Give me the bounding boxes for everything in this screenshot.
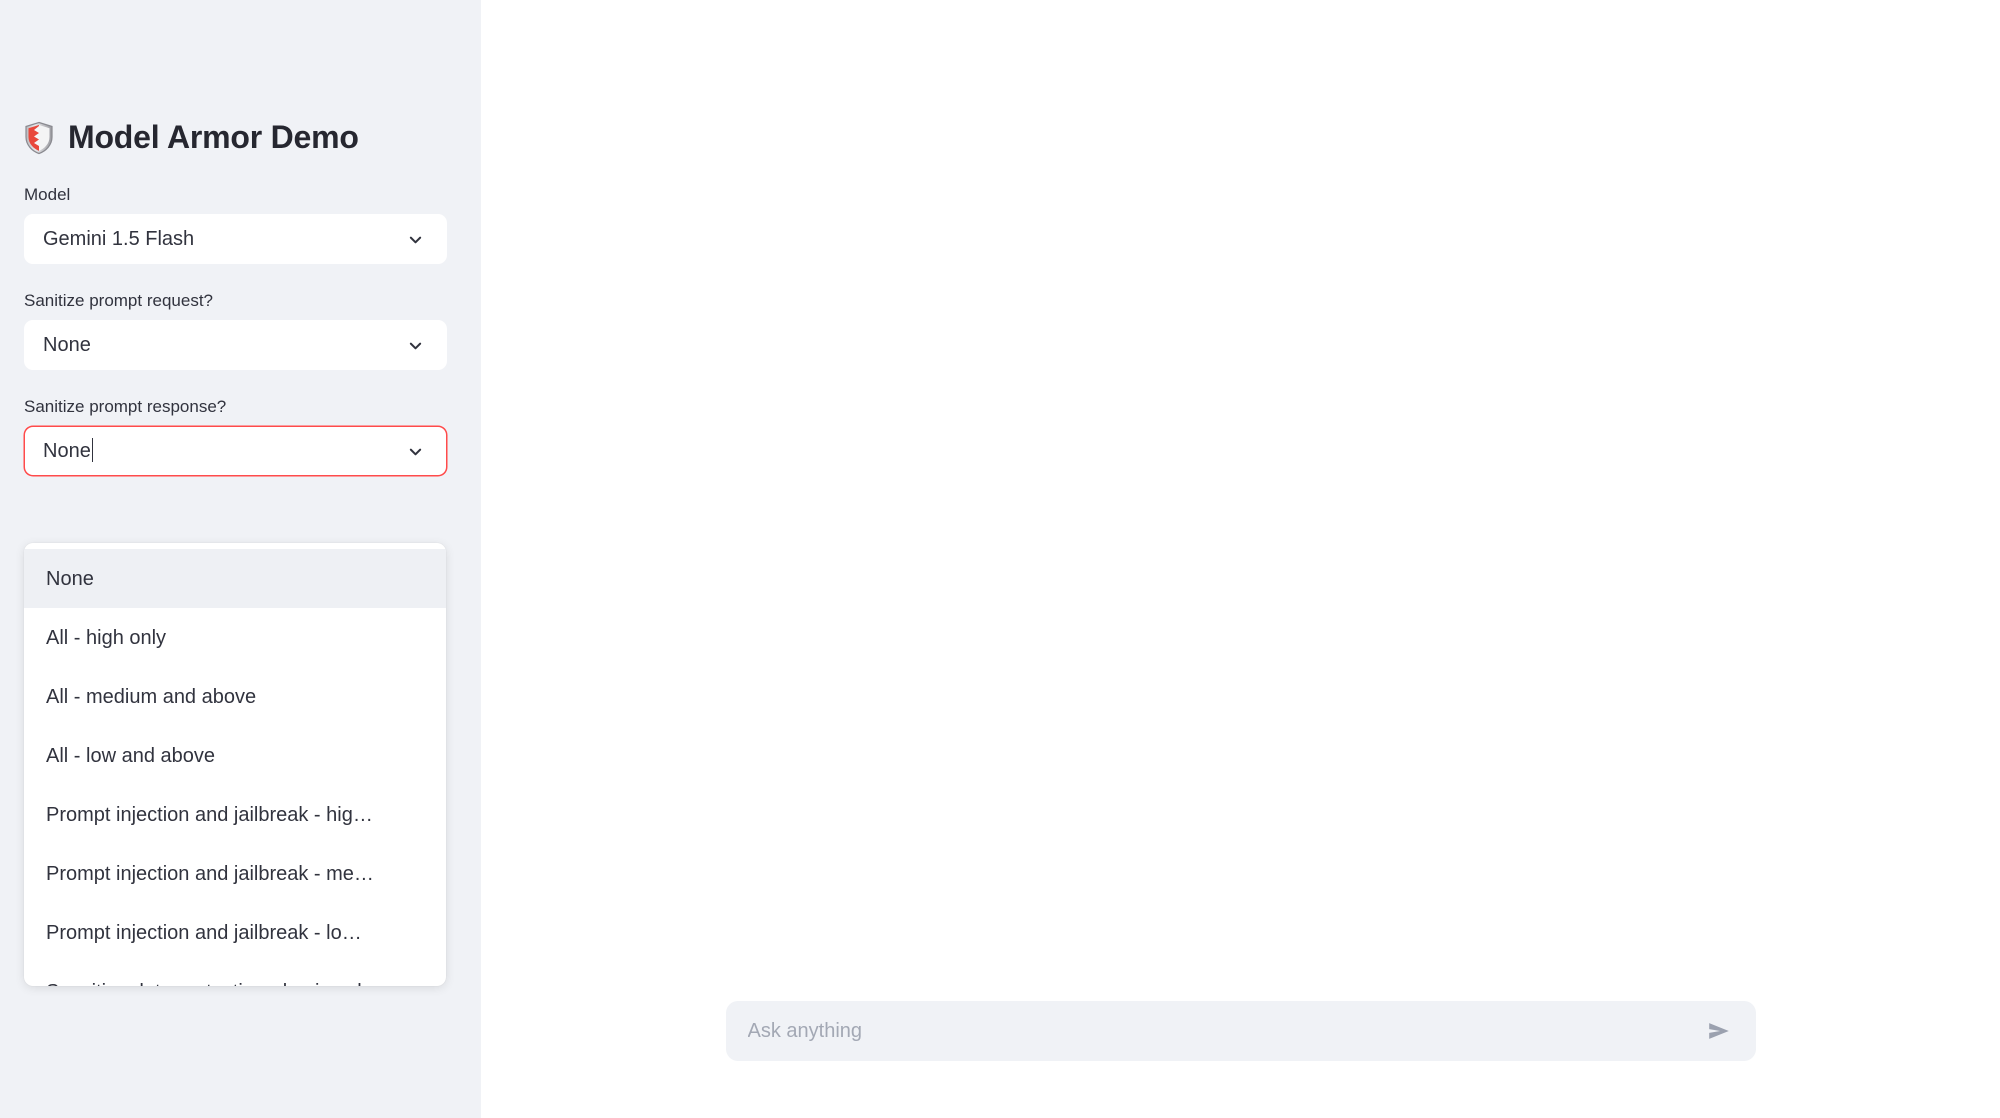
field-sanitize-response-label: Sanitize prompt response?	[24, 397, 227, 416]
dropdown-option[interactable]: Prompt injection and jailbreak - me…	[24, 844, 446, 903]
dropdown-option-label: All - low and above	[46, 744, 215, 767]
dropdown-option[interactable]: All - high only	[24, 608, 446, 667]
main-content	[481, 0, 2000, 1118]
dropdown-option[interactable]: All - medium and above	[24, 667, 446, 726]
chat-input[interactable]	[747, 1018, 1700, 1044]
dropdown-option[interactable]: None	[24, 549, 446, 608]
field-model: Model Gemini 1.5 Flash	[24, 184, 457, 264]
dropdown-option-label: None	[46, 567, 94, 590]
send-button[interactable]	[1700, 1012, 1738, 1050]
field-model-label: Model	[24, 185, 71, 204]
model-select[interactable]: Gemini 1.5 Flash	[24, 214, 447, 264]
sanitize-request-select[interactable]: None	[24, 320, 447, 370]
sanitize-request-select-value: None	[43, 334, 91, 356]
field-sanitize-response: Sanitize prompt response? None	[24, 396, 457, 476]
dropdown-option-label: All - high only	[46, 626, 167, 649]
dropdown-option-label: Sensitive data protection - basic only	[46, 979, 424, 987]
dropdown-option[interactable]: Sensitive data protection - basic only	[24, 962, 446, 987]
dropdown-option-label: Prompt injection and jailbreak - me…	[46, 862, 374, 885]
field-sanitize-request-label: Sanitize prompt request?	[24, 291, 213, 310]
sanitize-response-select-text: None	[43, 440, 91, 462]
send-icon	[1705, 1017, 1733, 1045]
sanitize-response-select-value: None	[43, 438, 402, 464]
sidebar: Model Armor Demo Model Gemini 1.5 Flash …	[0, 0, 481, 1118]
dropdown-option[interactable]: Prompt injection and jailbreak - lo…	[24, 903, 446, 962]
dropdown-option-label: Prompt injection and jailbreak - hig…	[46, 803, 373, 826]
sanitize-response-dropdown-menu[interactable]: None All - high only All - medium and ab…	[24, 543, 446, 986]
app-root: Model Armor Demo Model Gemini 1.5 Flash …	[0, 0, 2000, 1118]
page-title-text: Model Armor Demo	[68, 119, 359, 155]
chevron-down-icon	[402, 438, 428, 464]
text-cursor	[91, 438, 93, 462]
dropdown-option[interactable]: All - low and above	[24, 726, 446, 785]
chevron-down-icon	[402, 226, 428, 252]
page-title: Model Armor Demo	[24, 0, 457, 156]
chevron-down-icon	[402, 332, 428, 358]
dropdown-option-label: Prompt injection and jailbreak - lo…	[46, 921, 362, 944]
field-sanitize-request: Sanitize prompt request? None	[24, 290, 457, 370]
shield-icon	[24, 121, 54, 155]
model-select-value: Gemini 1.5 Flash	[43, 228, 195, 250]
sanitize-response-select[interactable]: None	[24, 426, 447, 476]
chat-input-bar	[725, 1001, 1756, 1061]
dropdown-option-label: All - medium and above	[46, 685, 257, 708]
dropdown-option[interactable]: Prompt injection and jailbreak - hig…	[24, 785, 446, 844]
